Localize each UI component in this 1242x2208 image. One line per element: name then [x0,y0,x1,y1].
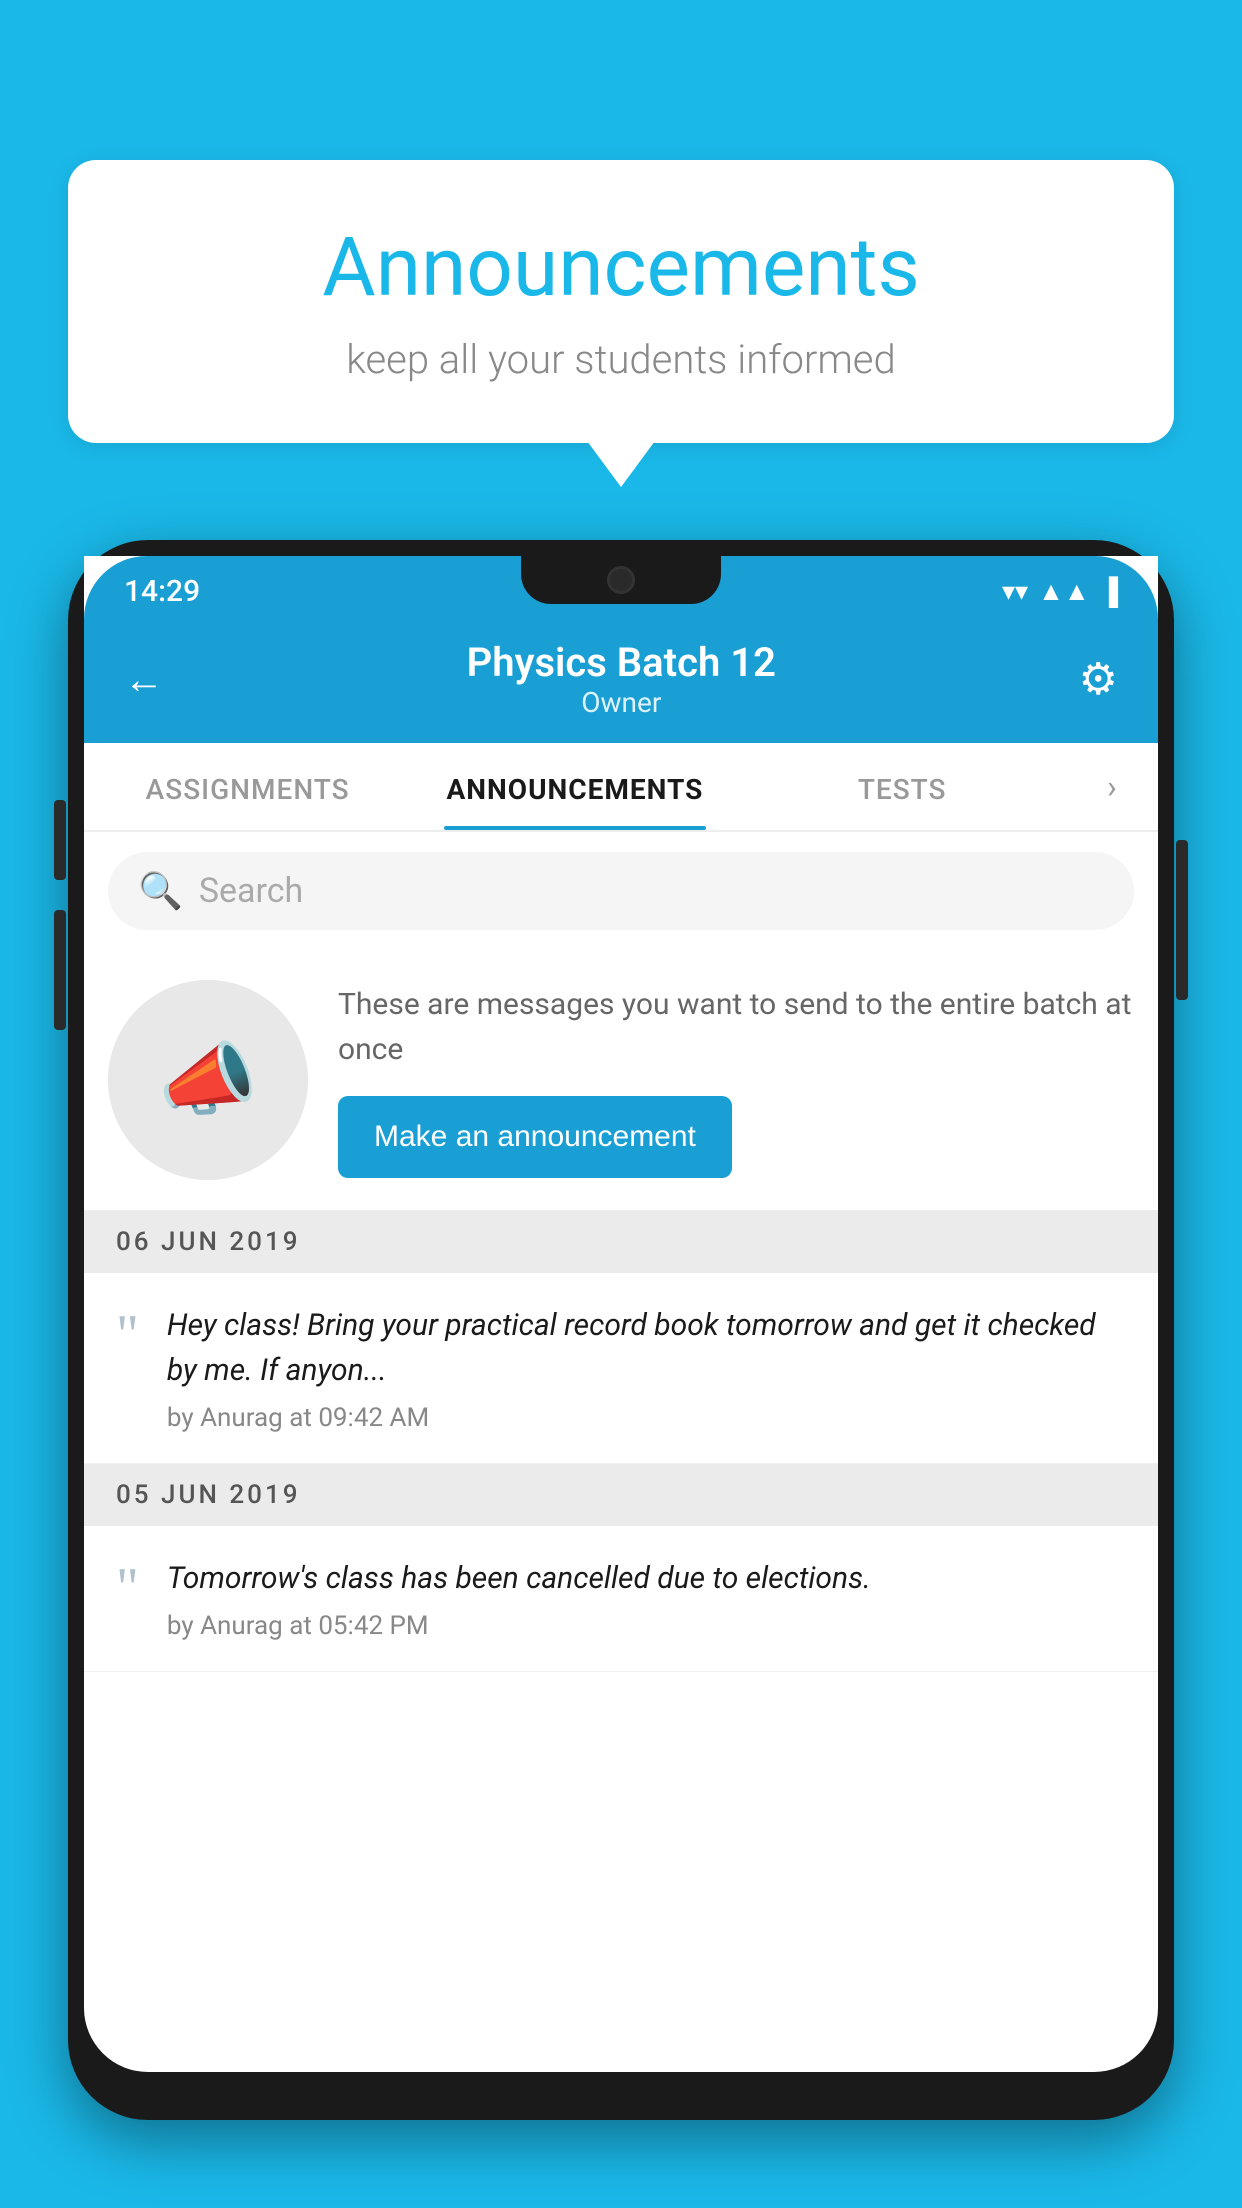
promo-description: These are messages you want to send to t… [338,982,1134,1072]
announcement-content-2: Tomorrow's class has been cancelled due … [167,1556,1126,1641]
header-title: Physics Batch 12 [467,639,776,686]
announcement-item-1[interactable]: " Hey class! Bring your practical record… [84,1273,1158,1464]
tabs-bar: ASSIGNMENTS ANNOUNCEMENTS TESTS › [84,743,1158,832]
announcement-text-2: Tomorrow's class has been cancelled due … [167,1556,1126,1601]
tab-more-icon[interactable]: › [1066,743,1158,830]
announcement-item-2[interactable]: " Tomorrow's class has been cancelled du… [84,1526,1158,1672]
announcement-text-1: Hey class! Bring your practical record b… [167,1303,1126,1393]
announcement-meta-1: by Anurag at 09:42 AM [167,1403,1126,1433]
battery-icon: ▐ [1100,576,1118,607]
promo-icon-circle: 📣 [108,980,308,1180]
header-center: Physics Batch 12 Owner [467,639,776,719]
announcement-promo: 📣 These are messages you want to send to… [84,950,1158,1211]
phone-frame: 14:29 ▾▾ ▲▲ ▐ ← Physics Batch 12 Owner ⚙ [68,540,1174,2120]
promo-content: These are messages you want to send to t… [338,982,1134,1178]
date-separator-2: 05 JUN 2019 [84,1464,1158,1526]
tab-tests[interactable]: TESTS [739,743,1066,830]
phone-screen: 14:29 ▾▾ ▲▲ ▐ ← Physics Batch 12 Owner ⚙ [84,556,1158,2072]
search-icon: 🔍 [138,870,183,912]
speech-bubble-section: Announcements keep all your students inf… [68,160,1174,443]
megaphone-icon: 📣 [158,1033,258,1127]
phone-container: 14:29 ▾▾ ▲▲ ▐ ← Physics Batch 12 Owner ⚙ [68,540,1174,2208]
back-button[interactable]: ← [124,656,164,703]
status-time: 14:29 [124,574,200,609]
header-subtitle: Owner [467,686,776,719]
wifi-icon: ▾▾ [1002,577,1028,607]
quote-icon-2: " [116,1560,139,1616]
tab-assignments[interactable]: ASSIGNMENTS [84,743,411,830]
search-placeholder: Search [199,871,303,911]
date-separator-1: 06 JUN 2019 [84,1211,1158,1273]
app-header: ← Physics Batch 12 Owner ⚙ [84,619,1158,743]
power-button [1176,840,1188,1000]
phone-notch [521,556,721,604]
announcement-meta-2: by Anurag at 05:42 PM [167,1611,1126,1641]
speech-bubble-card: Announcements keep all your students inf… [68,160,1174,443]
screen-content: 🔍 Search 📣 These are messages you want t… [84,832,1158,1672]
volume-up-button [54,800,66,880]
speech-bubble-title: Announcements [148,220,1094,316]
tab-announcements[interactable]: ANNOUNCEMENTS [411,743,738,830]
quote-icon-1: " [116,1307,139,1363]
signal-icon: ▲▲ [1038,576,1089,607]
make-announcement-button[interactable]: Make an announcement [338,1096,732,1178]
settings-icon[interactable]: ⚙ [1079,653,1118,705]
speech-bubble-subtitle: keep all your students informed [148,336,1094,383]
status-icons: ▾▾ ▲▲ ▐ [1002,576,1118,607]
search-bar[interactable]: 🔍 Search [108,852,1134,930]
volume-down-button [54,910,66,1030]
front-camera [607,566,635,594]
announcement-content-1: Hey class! Bring your practical record b… [167,1303,1126,1433]
